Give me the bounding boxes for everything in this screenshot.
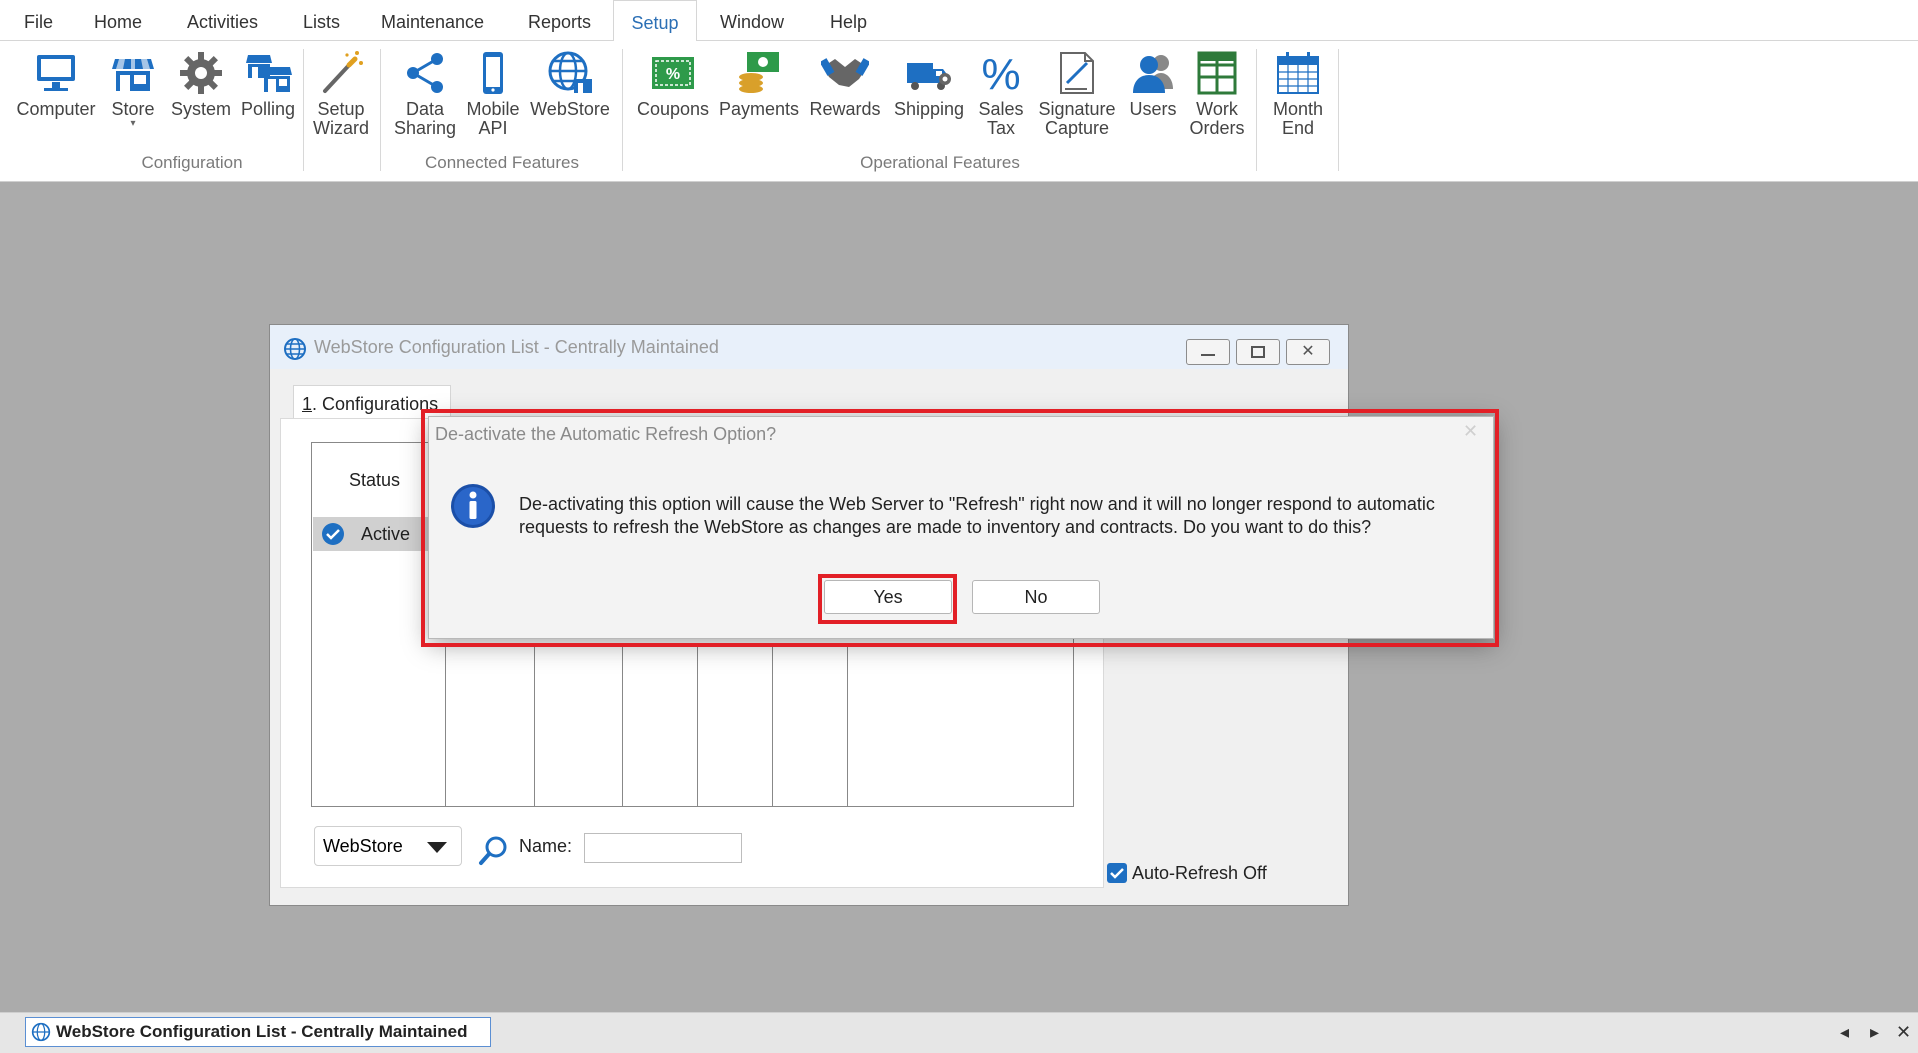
- auto-refresh-label[interactable]: Auto-Refresh Off: [1132, 863, 1267, 884]
- svg-text:%: %: [981, 50, 1020, 97]
- menu-window[interactable]: Window: [708, 0, 796, 41]
- polling-stores-icon: [246, 55, 292, 92]
- scroll-left-icon[interactable]: ◂: [1840, 1022, 1849, 1043]
- minimize-icon: [1201, 354, 1215, 356]
- column-header-status[interactable]: Status: [349, 470, 400, 491]
- window-title: WebStore Configuration List - Centrally …: [314, 337, 719, 357]
- data-sharing-button[interactable]: Data Sharing: [388, 49, 462, 138]
- table-row[interactable]: Active: [313, 517, 438, 551]
- window-task-button[interactable]: WebStore Configuration List - Centrally …: [25, 1017, 491, 1047]
- close-icon[interactable]: ✕: [1896, 1022, 1911, 1043]
- close-icon: ✕: [1301, 343, 1315, 360]
- column-divider: [622, 643, 623, 807]
- store-icon: [112, 59, 154, 91]
- ribbon-separator: [303, 49, 304, 171]
- month-end-button[interactable]: Month End: [1264, 49, 1332, 138]
- menu-bar: File Home Activities Lists Maintenance R…: [0, 0, 1918, 42]
- menu-setup[interactable]: Setup: [613, 0, 697, 42]
- dialog-highlight-outline: [421, 409, 1499, 647]
- chevron-down-icon[interactable]: ▾: [106, 119, 160, 129]
- chevron-down-icon: [427, 842, 447, 853]
- menu-home[interactable]: Home: [82, 0, 154, 41]
- handshake-icon: [821, 58, 869, 87]
- svg-text:%: %: [666, 66, 680, 83]
- coupon-icon: %: [652, 57, 694, 89]
- webstore-button[interactable]: WebStore: [526, 49, 614, 119]
- yes-button-highlight-outline: [818, 574, 957, 624]
- store-button[interactable]: Store ▾: [106, 49, 160, 129]
- globe-icon: [284, 338, 306, 360]
- search-icon[interactable]: [477, 833, 511, 867]
- payments-button[interactable]: Payments: [716, 49, 802, 119]
- checkmark-icon: [1110, 868, 1124, 879]
- menu-activities[interactable]: Activities: [175, 0, 270, 41]
- shipping-button[interactable]: Shipping: [888, 49, 970, 119]
- menu-reports[interactable]: Reports: [516, 0, 603, 41]
- calendar-icon: [1277, 52, 1319, 94]
- operational-features-group-label: Operational Features: [860, 153, 1020, 172]
- setup-wizard-button[interactable]: Setup Wizard: [306, 49, 376, 138]
- rewards-button[interactable]: Rewards: [804, 49, 886, 119]
- menu-file[interactable]: File: [12, 0, 65, 41]
- coupons-button[interactable]: % Coupons: [632, 49, 714, 119]
- system-button[interactable]: System: [166, 49, 236, 119]
- sales-tax-button[interactable]: % Sales Tax: [968, 49, 1034, 138]
- work-orders-button[interactable]: Work Orders: [1186, 49, 1248, 138]
- window-titlebar[interactable]: WebStore Configuration List - Centrally …: [270, 325, 1348, 369]
- payments-icon: [739, 52, 779, 93]
- minimize-button[interactable]: [1186, 339, 1230, 365]
- computer-icon: [37, 55, 75, 91]
- menu-help[interactable]: Help: [818, 0, 879, 41]
- globe-store-icon: [548, 51, 592, 93]
- connected-features-group-label: Connected Features: [424, 153, 580, 172]
- signature-icon: [1060, 52, 1094, 94]
- column-divider: [847, 643, 848, 807]
- status-bar: WebStore Configuration List - Centrally …: [0, 1012, 1918, 1053]
- ribbon-separator: [1338, 49, 1339, 171]
- mobile-api-button[interactable]: Mobile API: [462, 49, 524, 138]
- polling-button[interactable]: Polling: [236, 49, 300, 119]
- gear-icon: [180, 52, 222, 94]
- maximize-icon: [1251, 346, 1265, 358]
- column-divider: [445, 643, 446, 807]
- menu-maintenance[interactable]: Maintenance: [369, 0, 496, 41]
- magic-wand-icon: [323, 51, 363, 93]
- ribbon-separator: [1256, 49, 1257, 171]
- ribbon-toolbar: Computer Store ▾ System Polling Configur…: [0, 41, 1918, 182]
- globe-icon: [31, 1022, 51, 1042]
- check-circle-icon: [322, 523, 344, 545]
- search-type-dropdown[interactable]: WebStore: [314, 826, 462, 866]
- close-button[interactable]: ✕: [1286, 339, 1330, 365]
- signature-capture-button[interactable]: Signature Capture: [1034, 49, 1120, 138]
- maximize-button[interactable]: [1236, 339, 1280, 365]
- row-status-label: Active: [361, 524, 411, 544]
- configuration-group-label: Configuration: [141, 153, 243, 172]
- users-icon: [1133, 55, 1173, 93]
- ribbon-separator: [380, 49, 381, 171]
- work-orders-icon: [1197, 51, 1237, 95]
- ribbon-separator: [622, 49, 623, 171]
- column-divider: [772, 643, 773, 807]
- users-button[interactable]: Users: [1122, 49, 1184, 119]
- name-search-input[interactable]: [584, 833, 742, 863]
- auto-refresh-checkbox[interactable]: [1107, 863, 1127, 883]
- menu-lists[interactable]: Lists: [291, 0, 352, 41]
- truck-icon: [907, 63, 951, 90]
- scroll-right-icon[interactable]: ▸: [1870, 1022, 1879, 1043]
- mobile-phone-icon: [483, 52, 503, 94]
- percent-icon: %: [981, 50, 1020, 97]
- column-divider: [697, 643, 698, 807]
- column-divider: [534, 643, 535, 807]
- share-icon: [407, 53, 443, 93]
- computer-button[interactable]: Computer: [12, 49, 100, 119]
- name-label: Name:: [519, 836, 573, 856]
